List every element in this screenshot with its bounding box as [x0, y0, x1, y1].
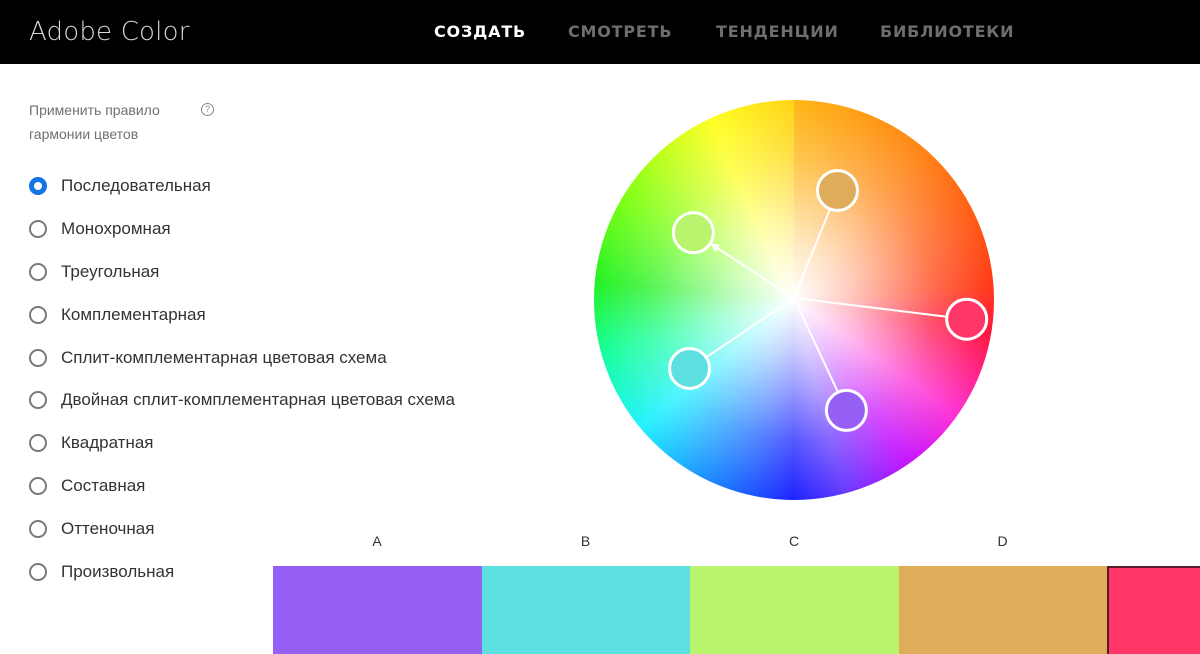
rule-label: Последовательная: [61, 176, 211, 196]
rule-monochromatic[interactable]: Монохромная: [29, 208, 455, 251]
marker-connector-line: [705, 297, 795, 359]
rule-label: Квадратная: [61, 433, 154, 453]
rule-label: Сплит-комплементарная цветовая схема: [61, 347, 387, 367]
color-marker-b[interactable]: [668, 346, 712, 390]
rule-label: Двойная сплит-комплементарная цветовая с…: [61, 390, 455, 410]
rule-label: Составная: [61, 475, 146, 495]
radio-icon[interactable]: [29, 519, 47, 538]
rule-split-complementary[interactable]: Сплит-комплементарная цветовая схема: [29, 336, 455, 379]
color-swatch[interactable]: [481, 566, 690, 654]
nav-libraries[interactable]: БИБЛИОТЕКИ: [880, 22, 1014, 41]
rule-label: Треугольная: [61, 261, 160, 281]
radio-icon[interactable]: [29, 434, 47, 453]
color-marker-d[interactable]: [815, 168, 859, 212]
radio-icon[interactable]: [29, 262, 47, 281]
radio-icon[interactable]: [29, 220, 47, 239]
swatch-label: B: [580, 533, 591, 549]
harmony-rule-label: Применить правило гармонии цветов: [29, 102, 160, 142]
swatch-label: C: [788, 533, 800, 549]
marker-connector-line: [793, 297, 839, 393]
color-marker-a[interactable]: [824, 388, 868, 432]
color-swatch[interactable]: [690, 566, 899, 654]
rule-compound[interactable]: Составная: [29, 465, 455, 508]
color-swatch[interactable]: [1107, 566, 1200, 654]
top-navigation-bar: Adobe Color СОЗДАТЬ СМОТРЕТЬ ТЕНДЕНЦИИ Б…: [0, 0, 1200, 64]
color-marker-c[interactable]: [671, 211, 715, 255]
radio-icon[interactable]: [29, 562, 47, 581]
rule-double-split-complementary[interactable]: Двойная сплит-комплементарная цветовая с…: [29, 379, 455, 422]
rule-label: Оттеночная: [61, 518, 155, 538]
harmony-rule-list: Последовательная Монохромная Треугольная…: [29, 165, 455, 593]
rule-label: Комплементарная: [61, 304, 206, 324]
base-color-arrow-icon: [710, 243, 721, 253]
color-swatch[interactable]: [898, 566, 1107, 654]
radio-selected-icon[interactable]: [29, 177, 47, 196]
color-wheel[interactable]: [594, 100, 994, 500]
color-wheel-markers: [668, 168, 989, 432]
radio-icon[interactable]: [29, 348, 47, 367]
app-logo[interactable]: Adobe Color: [29, 17, 190, 47]
swatch-labels: A B C D: [273, 533, 1200, 553]
rule-label: Монохромная: [61, 219, 171, 239]
rule-label: Произвольная: [61, 561, 175, 581]
rule-analogous[interactable]: Последовательная: [29, 165, 455, 208]
color-swatch[interactable]: [273, 566, 482, 654]
help-icon[interactable]: ?: [201, 103, 214, 116]
nav-trends[interactable]: ТЕНДЕНЦИИ: [716, 22, 839, 41]
rule-complementary[interactable]: Комплементарная: [29, 293, 455, 336]
marker-connector-line: [793, 208, 831, 299]
color-marker-e[interactable]: [945, 297, 989, 341]
marker-connector-line: [709, 242, 795, 299]
color-swatches: [273, 566, 1200, 654]
nav-create[interactable]: СОЗДАТЬ: [434, 22, 526, 41]
nav-explore[interactable]: СМОТРЕТЬ: [568, 22, 672, 41]
radio-icon[interactable]: [29, 476, 47, 495]
marker-connector-line: [793, 297, 947, 318]
swatch-label: A: [372, 533, 382, 549]
rule-square[interactable]: Квадратная: [29, 422, 455, 465]
radio-icon[interactable]: [29, 391, 47, 410]
swatch-label: D: [997, 533, 1008, 549]
rule-triad[interactable]: Треугольная: [29, 251, 455, 294]
radio-icon[interactable]: [29, 305, 47, 324]
